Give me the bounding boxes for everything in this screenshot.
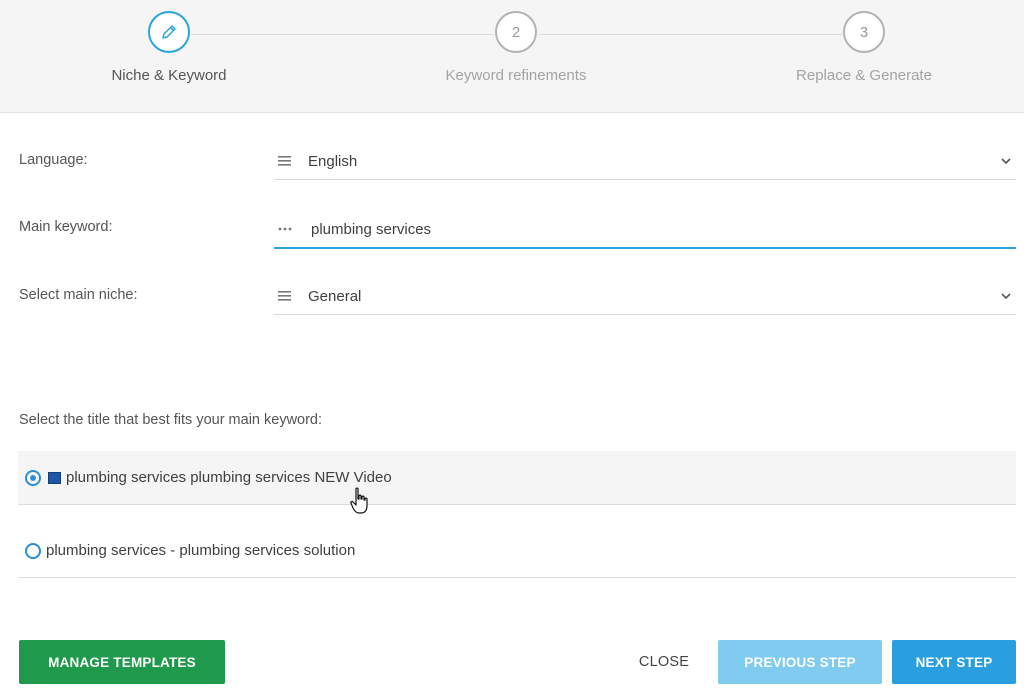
step-niche-keyword[interactable]: Niche & Keyword [69, 11, 269, 84]
language-label: Language: [19, 152, 88, 168]
flag-icon [48, 471, 61, 484]
step-replace-generate[interactable]: 3 Replace & Generate [764, 11, 964, 84]
list-icon [276, 152, 294, 170]
main-keyword-value: plumbing services [311, 220, 432, 238]
title-option-2[interactable]: plumbing services - plumbing services so… [18, 524, 1016, 578]
language-value: English [308, 152, 358, 170]
title-option-label: plumbing services - plumbing services so… [46, 542, 356, 559]
manage-templates-button[interactable]: MANAGE TEMPLATES [19, 640, 225, 684]
title-prompt: Select the title that best fits your mai… [19, 412, 323, 428]
radio-button[interactable] [25, 542, 41, 559]
step-2-label: Keyword refinements [445, 67, 587, 84]
main-keyword-input[interactable]: plumbing services [274, 211, 1016, 249]
previous-step-button[interactable]: PREVIOUS STEP [718, 640, 882, 684]
step-1-circle [148, 11, 190, 53]
step-1-label: Niche & Keyword [111, 67, 227, 84]
title-option-label: plumbing services plumbing services NEW … [66, 469, 392, 486]
next-step-button[interactable]: NEXT STEP [892, 640, 1016, 684]
chevron-down-icon[interactable] [998, 153, 1014, 169]
main-niche-value: General [308, 287, 362, 305]
chevron-down-icon[interactable] [998, 288, 1014, 304]
step-3-label: Replace & Generate [796, 67, 932, 84]
main-keyword-label: Main keyword: [19, 219, 113, 235]
dots-icon [276, 220, 294, 238]
title-option-1[interactable]: plumbing services plumbing services NEW … [18, 451, 1016, 505]
hand-cursor-icon [350, 487, 368, 514]
step-keyword-refinements[interactable]: 2 Keyword refinements [416, 11, 616, 84]
main-niche-select[interactable]: General [274, 278, 1016, 315]
language-select[interactable]: English [274, 143, 1016, 180]
step-2-circle: 2 [495, 11, 537, 53]
list-icon [276, 287, 294, 305]
pencil-icon [162, 25, 176, 39]
close-button[interactable]: CLOSE [622, 640, 706, 684]
stepper: Niche & Keyword 2 Keyword refinements 3 … [0, 0, 1024, 113]
main-niche-label: Select main niche: [19, 287, 138, 303]
radio-button-selected[interactable] [25, 469, 41, 486]
step-3-circle: 3 [843, 11, 885, 53]
